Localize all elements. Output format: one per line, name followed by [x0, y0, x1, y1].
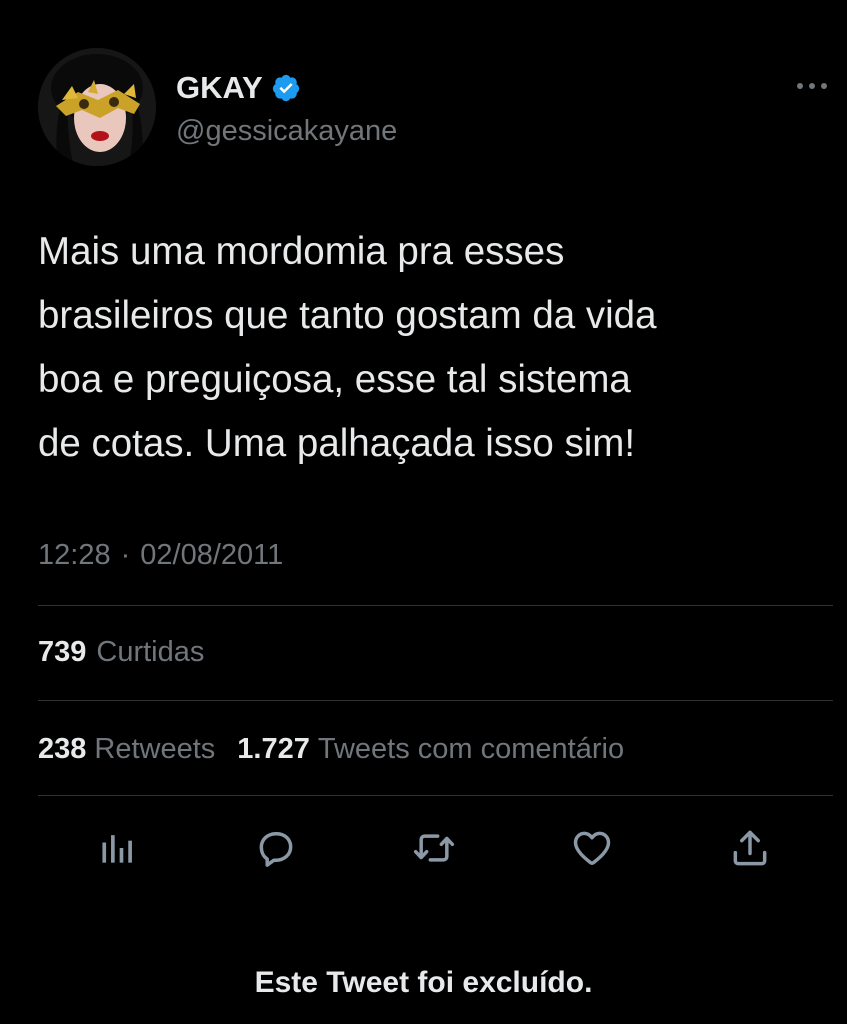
- action-bar: [38, 822, 833, 874]
- author-display-name[interactable]: GKAY: [176, 68, 263, 108]
- divider: [38, 700, 833, 701]
- quotes-stat[interactable]: 1.727 Tweets com comentário: [237, 729, 624, 769]
- tweet-date: 02/08/2011: [140, 539, 284, 571]
- retweets-stat[interactable]: 238 Retweets: [38, 729, 215, 769]
- avatar[interactable]: [38, 48, 156, 166]
- retweet-stats-row: 238 Retweets 1.727 Tweets com comentário: [38, 729, 636, 769]
- tweet-timestamp[interactable]: 12:28 · 02/08/2011: [38, 533, 283, 577]
- like-button[interactable]: [566, 822, 618, 874]
- share-button[interactable]: [724, 822, 776, 874]
- divider: [38, 605, 833, 606]
- retweets-count: 238: [38, 733, 87, 765]
- author-handle[interactable]: @gessicakayane: [176, 112, 397, 150]
- retweets-label: Retweets: [94, 733, 216, 765]
- author-name-row[interactable]: GKAY: [176, 68, 301, 108]
- retweet-icon: [413, 834, 455, 862]
- tweet-time: 12:28: [38, 539, 111, 571]
- reply-icon: [259, 831, 293, 867]
- verified-badge-icon: [271, 73, 301, 103]
- reply-button[interactable]: [250, 822, 302, 874]
- quotes-count: 1.727: [237, 733, 310, 765]
- likes-stat[interactable]: 739 Curtidas: [38, 632, 204, 672]
- meta-separator: ·: [120, 539, 131, 571]
- likes-label: Curtidas: [96, 636, 205, 668]
- like-icon: [573, 831, 611, 865]
- share-icon: [733, 830, 767, 866]
- divider: [38, 795, 833, 796]
- more-options-icon[interactable]: [795, 76, 829, 96]
- retweet-button[interactable]: [408, 822, 460, 874]
- likes-count: 739: [38, 636, 87, 668]
- tweet-text: Mais uma mordomia pra esses brasileiros …: [38, 230, 657, 465]
- quotes-label: Tweets com comentário: [317, 733, 625, 765]
- analytics-icon: [102, 835, 132, 863]
- deleted-notice: Este Tweet foi excluído.: [254, 966, 593, 999]
- analytics-button[interactable]: [92, 822, 144, 874]
